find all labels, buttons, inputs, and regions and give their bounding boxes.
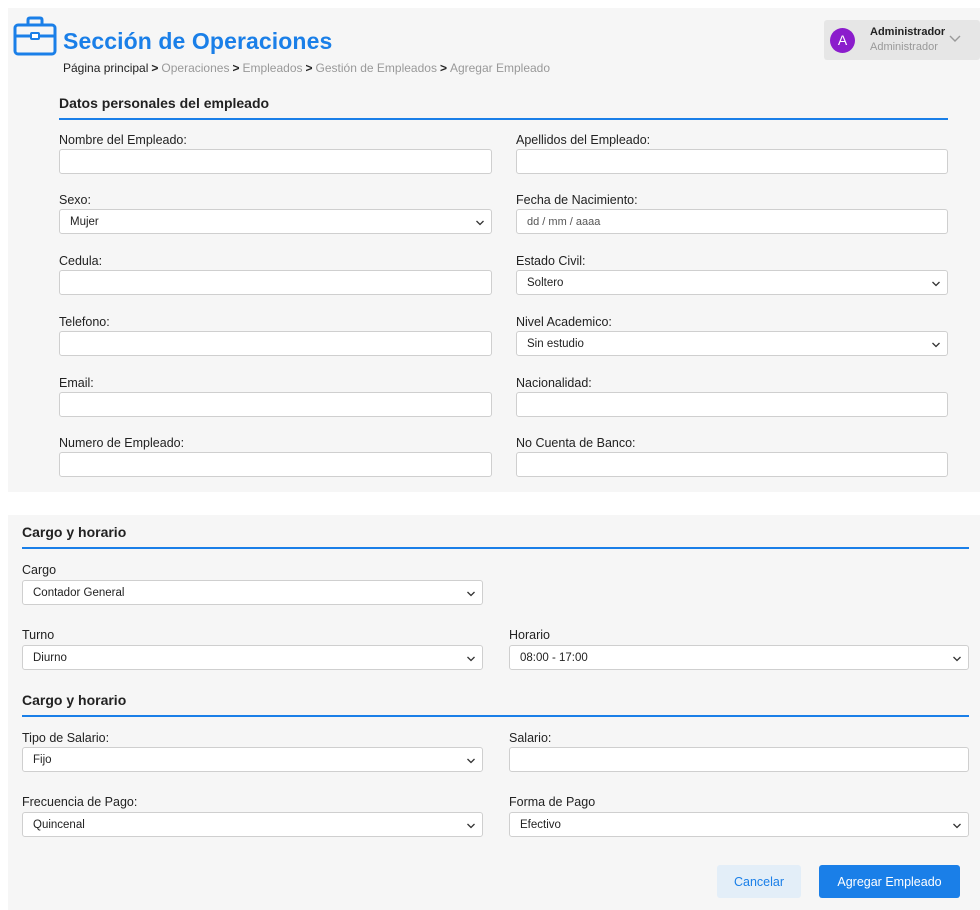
- breadcrumb-separator: >: [232, 61, 240, 75]
- label-turno: Turno: [22, 628, 55, 642]
- label-estado-civil: Estado Civil:: [516, 254, 586, 268]
- label-forma-pago: Forma de Pago: [509, 795, 596, 809]
- telefono-input[interactable]: [59, 331, 492, 356]
- email-input[interactable]: [59, 392, 492, 417]
- salario-input[interactable]: [509, 747, 969, 772]
- fecha-placeholder: dd / mm / aaaa: [527, 216, 601, 228]
- label-cedula: Cedula:: [59, 254, 103, 268]
- section-title-cargo: Cargo y horario: [22, 524, 127, 540]
- cuenta-banco-input[interactable]: [516, 452, 948, 477]
- label-numero: Numero de Empleado:: [59, 436, 185, 450]
- nivel-academico-select[interactable]: Sin estudio: [516, 331, 948, 356]
- numero-empleado-input[interactable]: [59, 452, 492, 477]
- briefcase-icon: [13, 16, 57, 56]
- breadcrumb-empleados[interactable]: Empleados: [242, 61, 302, 75]
- breadcrumb-agregar: Agregar Empleado: [449, 61, 551, 75]
- chevron-down-icon: [467, 758, 475, 764]
- label-frecuencia: Frecuencia de Pago:: [22, 795, 138, 809]
- user-role: Administrador: [870, 41, 938, 53]
- page-title: Sección de Operaciones: [63, 28, 333, 54]
- label-cuenta: No Cuenta de Banco:: [516, 436, 636, 450]
- label-cargo: Cargo: [22, 563, 57, 577]
- frecuencia-pago-select[interactable]: Quincenal: [22, 812, 483, 837]
- breadcrumb-separator: >: [151, 61, 159, 75]
- tipo-salario-value: Fijo: [33, 754, 52, 766]
- personal-data-panel: [8, 8, 980, 492]
- forma-pago-select[interactable]: Efectivo: [509, 812, 969, 837]
- cargo-value: Contador General: [33, 587, 125, 599]
- cedula-input[interactable]: [59, 270, 492, 295]
- section-divider: [22, 715, 969, 717]
- nacionalidad-input[interactable]: [516, 392, 948, 417]
- breadcrumb-home[interactable]: Página principal: [63, 61, 148, 75]
- chevron-down-icon: [949, 35, 961, 42]
- estado-civil-select[interactable]: Soltero: [516, 270, 948, 295]
- label-salario: Salario:: [509, 731, 552, 745]
- chevron-down-icon: [953, 823, 961, 829]
- sexo-value: Mujer: [70, 216, 99, 228]
- section-divider: [22, 547, 969, 549]
- chevron-down-icon: [476, 220, 484, 226]
- label-sexo: Sexo:: [59, 193, 91, 207]
- fecha-nacimiento-input[interactable]: dd / mm / aaaa: [516, 209, 948, 234]
- label-apellidos: Apellidos del Empleado:: [516, 133, 651, 147]
- avatar: A: [830, 28, 855, 53]
- label-nivel: Nivel Academico:: [516, 315, 612, 329]
- section-title-salario: Cargo y horario: [22, 692, 127, 708]
- label-horario: Horario: [509, 628, 550, 642]
- user-menu[interactable]: A Administrador Administrador: [824, 20, 980, 60]
- breadcrumb-gestion[interactable]: Gestión de Empleados: [316, 61, 437, 75]
- chevron-down-icon: [953, 656, 961, 662]
- user-name: Administrador: [870, 26, 946, 38]
- horario-value: 08:00 - 17:00: [520, 652, 588, 664]
- breadcrumb-separator: >: [305, 61, 313, 75]
- chevron-down-icon: [932, 342, 940, 348]
- job-salary-panel: [8, 515, 980, 910]
- add-employee-button[interactable]: Agregar Empleado: [819, 865, 960, 898]
- label-telefono: Telefono:: [59, 315, 110, 329]
- horario-select[interactable]: 08:00 - 17:00: [509, 645, 969, 670]
- label-fecha: Fecha de Nacimiento:: [516, 193, 638, 207]
- breadcrumb-separator: >: [439, 61, 447, 75]
- label-email: Email:: [59, 376, 94, 390]
- turno-select[interactable]: Diurno: [22, 645, 483, 670]
- chevron-down-icon: [932, 281, 940, 287]
- label-nombre: Nombre del Empleado:: [59, 133, 187, 147]
- label-nacionalidad: Nacionalidad:: [516, 376, 592, 390]
- breadcrumb: Página principal > Operaciones > Empleados > G…: [63, 61, 550, 75]
- cancel-button[interactable]: Cancelar: [717, 865, 801, 898]
- chevron-down-icon: [467, 823, 475, 829]
- cargo-select[interactable]: Contador General: [22, 580, 483, 605]
- frecuencia-value: Quincenal: [33, 819, 85, 831]
- apellidos-input[interactable]: [516, 149, 948, 174]
- nombre-input[interactable]: [59, 149, 492, 174]
- label-tipo-salario: Tipo de Salario:: [22, 731, 110, 745]
- forma-pago-value: Efectivo: [520, 819, 561, 831]
- chevron-down-icon: [467, 656, 475, 662]
- nivel-value: Sin estudio: [527, 338, 584, 350]
- estado-civil-value: Soltero: [527, 277, 564, 289]
- turno-value: Diurno: [33, 652, 67, 664]
- section-title-personal: Datos personales del empleado: [59, 95, 270, 111]
- sexo-select[interactable]: Mujer: [59, 209, 492, 234]
- breadcrumb-operaciones[interactable]: Operaciones: [161, 61, 229, 75]
- tipo-salario-select[interactable]: Fijo: [22, 747, 483, 772]
- chevron-down-icon: [467, 591, 475, 597]
- section-divider: [59, 118, 948, 120]
